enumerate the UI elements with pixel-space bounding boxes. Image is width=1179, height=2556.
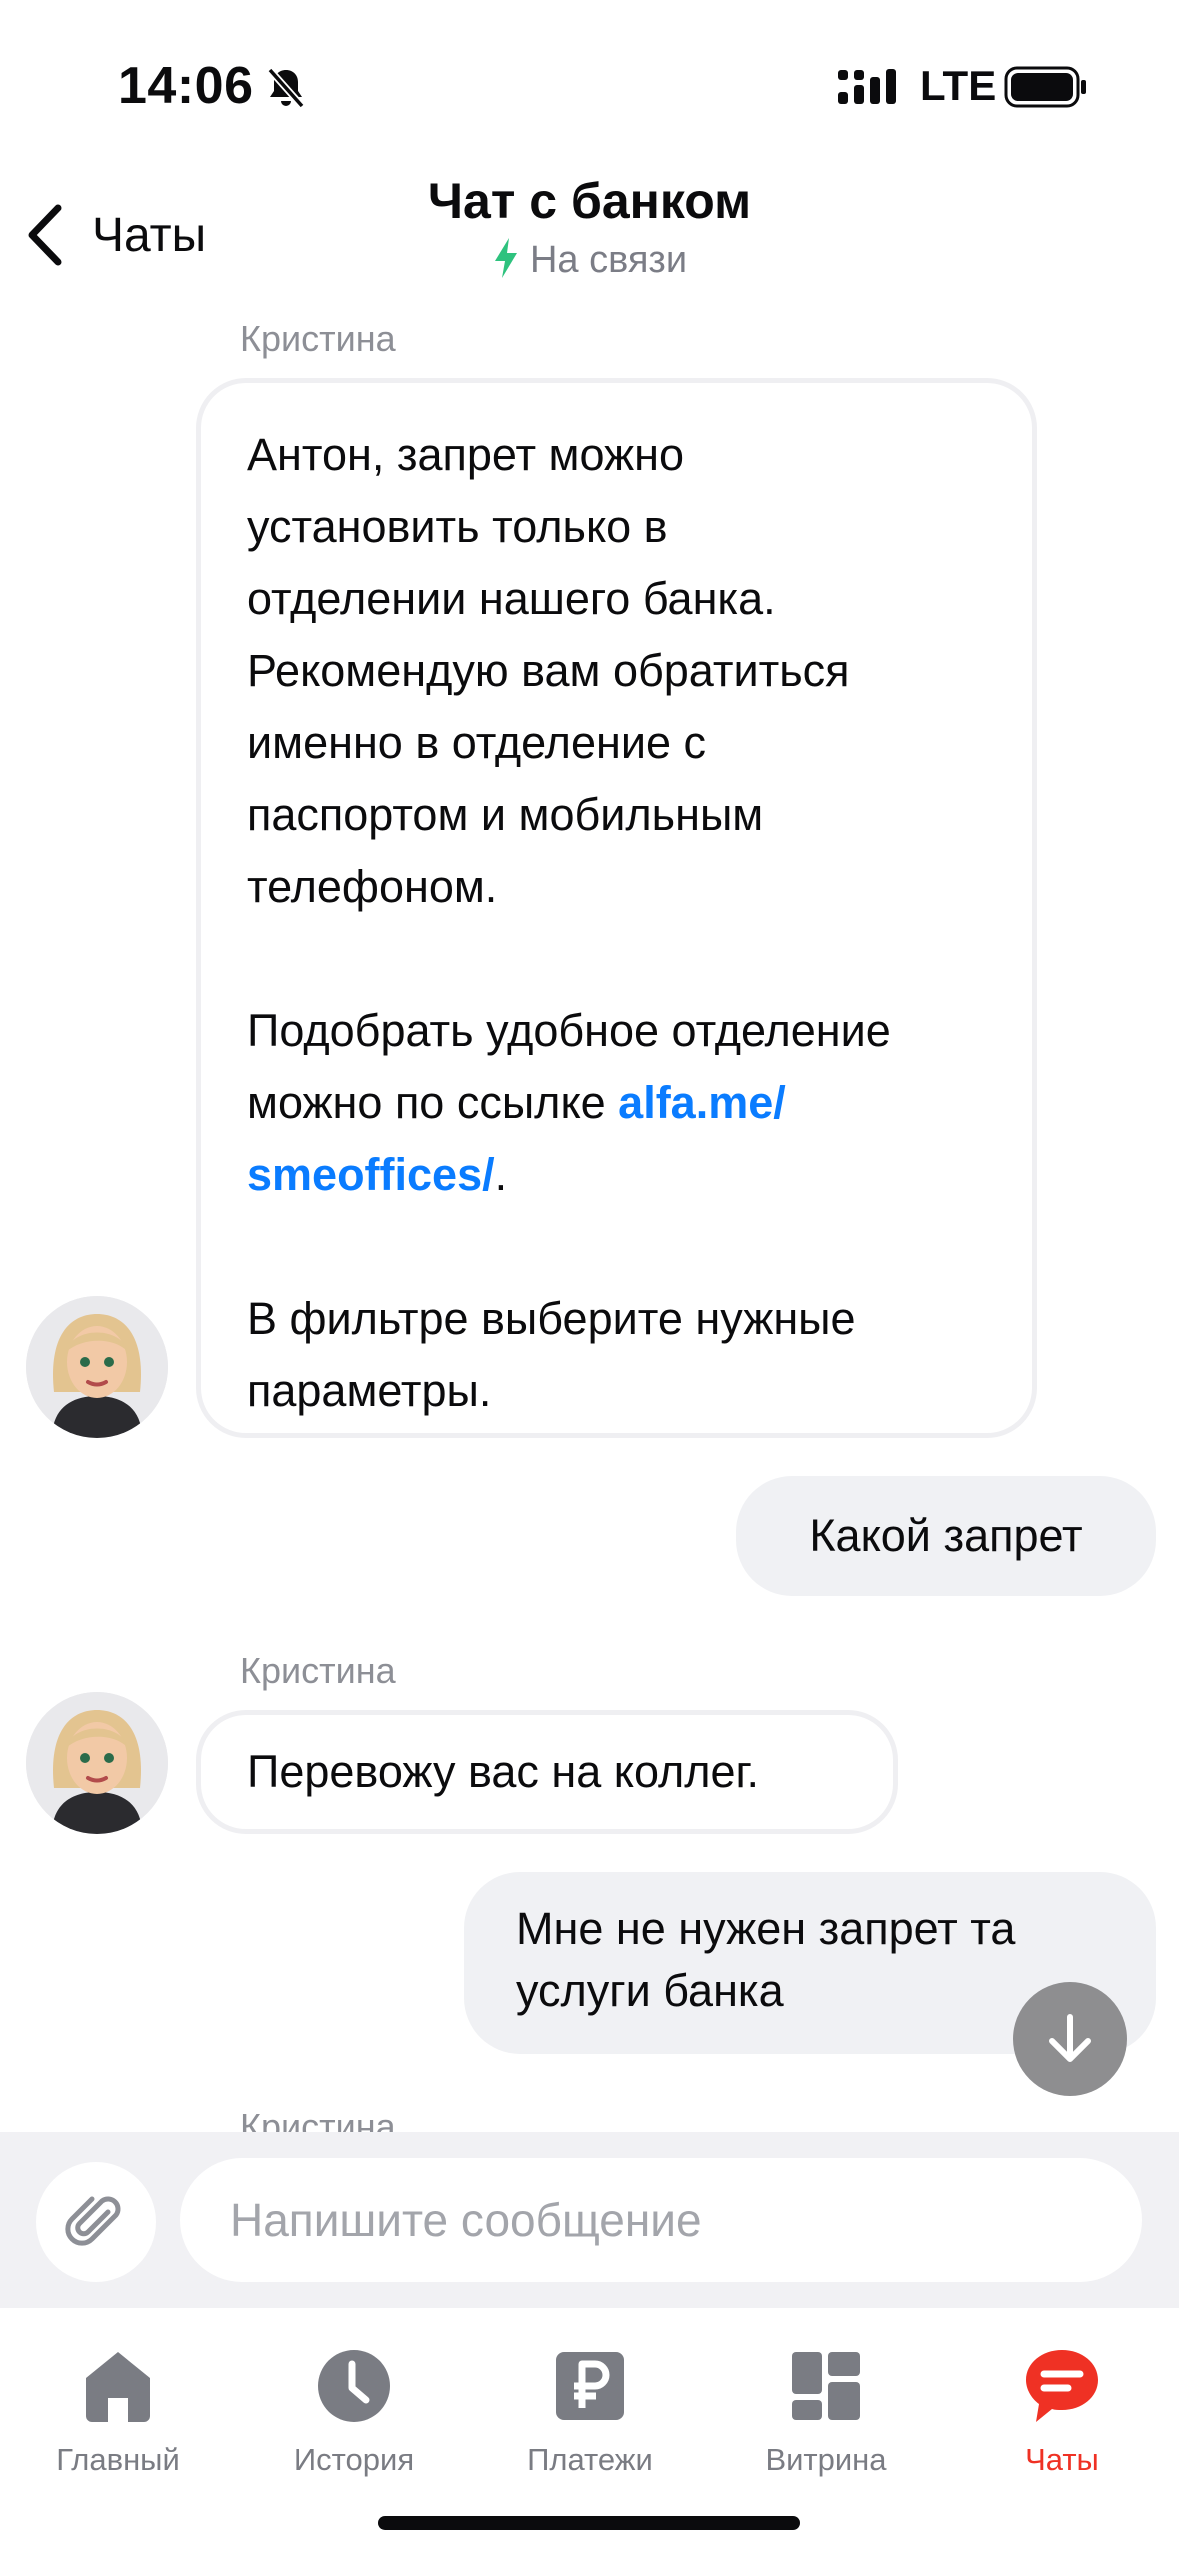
office-link-continued[interactable]: smeoffices/ [247, 1149, 495, 1200]
tab-label: Витрина [765, 2442, 887, 2477]
clock-icon [318, 2350, 390, 2422]
message-line: Подобрать удобное отделение [247, 1005, 891, 1056]
app-screen: 14:06 LTE Чат с банком На связи Чаты Кри… [0, 0, 1179, 2556]
chat-status-label: На связи [529, 239, 688, 281]
sender-name: Кристина [240, 1650, 396, 1691]
scroll-to-bottom-button[interactable] [1013, 1982, 1127, 2096]
message-line: В фильтре выберите нужные [247, 1293, 856, 1344]
avatar[interactable] [26, 1692, 168, 1834]
back-button[interactable]: Чаты [22, 190, 206, 280]
bell-slash-icon [267, 67, 305, 109]
message-composer [0, 2132, 1179, 2308]
lightning-icon [494, 238, 517, 278]
message-line: услуги банка [516, 1965, 784, 2016]
tab-label: История [293, 2442, 415, 2477]
message-text: можно по ссылке [247, 1077, 619, 1128]
battery-icon [1004, 66, 1086, 108]
ruble-icon [556, 2352, 624, 2420]
network-type: LTE [920, 62, 997, 109]
status-time: 14:06 [118, 57, 254, 115]
message-text: . [494, 1149, 508, 1200]
home-indicator[interactable] [378, 2516, 800, 2530]
message-line: Мне не нужен запрет та [516, 1903, 1016, 1954]
chat-bubble-icon [1026, 2350, 1098, 2422]
message-line: телефоном. [247, 861, 498, 912]
message-line: smeoffices/. [247, 1139, 986, 1211]
attach-button[interactable] [36, 2162, 156, 2282]
message-bubble-outgoing[interactable]: Какой запрет [736, 1476, 1156, 1596]
sender-name: Кристина [240, 318, 396, 359]
showcase-grid-icon [792, 2352, 860, 2420]
home-icon [86, 2352, 150, 2422]
tab-chats[interactable]: Чаты [944, 2328, 1179, 2498]
sender-name: Кристина [240, 2106, 396, 2132]
chat-header: Чат с банком На связи Чаты [0, 160, 1179, 300]
agent-avatar-icon [26, 1296, 168, 1438]
chevron-left-icon [28, 204, 62, 266]
message-bubble-incoming[interactable]: Антон, запрет можно установить только в … [196, 378, 1037, 1438]
tab-label: Чаты [1025, 2442, 1099, 2477]
paperclip-icon [65, 2196, 121, 2246]
message-input[interactable] [180, 2158, 1142, 2282]
agent-avatar-icon [26, 1692, 168, 1834]
status-bar: 14:06 LTE [0, 0, 1179, 150]
office-link[interactable]: alfa.me/ [618, 1077, 786, 1128]
back-label: Чаты [92, 208, 207, 262]
message-line: можно по ссылке alfa.me/ [247, 1067, 986, 1139]
message-line: Рекомендую вам обратиться [247, 645, 850, 696]
tab-payments[interactable]: Платежи [472, 2328, 708, 2498]
message-line: паспортом и мобильным [247, 789, 764, 840]
message-line: отделении нашего банка. [247, 573, 776, 624]
tab-home[interactable]: Главный [0, 2328, 236, 2498]
tab-label: Платежи [527, 2442, 653, 2477]
tab-history[interactable]: История [236, 2328, 472, 2498]
message-line: установить только в [247, 501, 668, 552]
tab-showcase[interactable]: Витрина [708, 2328, 944, 2498]
message-list[interactable]: Кристина Антон, запрет можно установить … [0, 300, 1179, 2132]
signal-icon [838, 69, 896, 104]
message-line: именно в отделение с [247, 717, 706, 768]
message-bubble-incoming[interactable]: Перевожу вас на коллег. [196, 1710, 898, 1834]
message-line: параметры. [247, 1365, 492, 1416]
avatar[interactable] [26, 1296, 168, 1438]
tab-label: Главный [56, 2442, 180, 2477]
message-line: Антон, запрет можно [247, 429, 684, 480]
arrow-down-icon [1049, 2014, 1091, 2062]
